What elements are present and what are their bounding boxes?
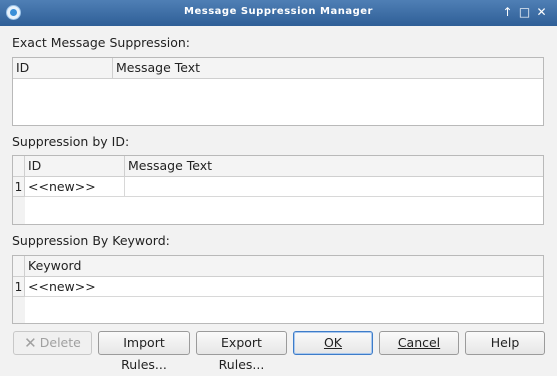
- row-header[interactable]: 1: [13, 277, 25, 297]
- help-button[interactable]: Help: [465, 331, 545, 355]
- window-title: Message Suppression Manager: [184, 6, 373, 17]
- row-header-filler: [13, 197, 25, 224]
- corner-header: [13, 256, 25, 277]
- keep-above-button[interactable]: ↑: [500, 5, 515, 20]
- ok-button-label: OK: [323, 335, 343, 350]
- column-header-keyword[interactable]: Keyword: [25, 256, 543, 277]
- column-header-id[interactable]: ID: [25, 156, 125, 177]
- delete-x-icon: ✕: [24, 334, 37, 352]
- exact-suppression-label: Exact Message Suppression:: [12, 35, 191, 50]
- corner-header: [13, 156, 25, 177]
- row-header[interactable]: 1: [13, 177, 25, 197]
- import-rules-button[interactable]: Import Rules...: [98, 331, 190, 372]
- keyword-cell[interactable]: <<new>>: [25, 277, 543, 297]
- exact-suppression-table[interactable]: ID Message Text: [12, 57, 544, 126]
- message-text-cell[interactable]: [125, 177, 543, 197]
- suppression-by-id-label: Suppression by ID:: [12, 134, 130, 149]
- ok-button[interactable]: OK: [293, 331, 373, 355]
- delete-button[interactable]: ✕ Delete: [13, 331, 92, 355]
- row-header-filler: [13, 297, 25, 323]
- title-bar[interactable]: Message Suppression Manager ↑ □ ✕: [0, 0, 557, 26]
- export-rules-button[interactable]: Export Rules...: [196, 331, 287, 372]
- id-cell[interactable]: <<new>>: [25, 177, 125, 197]
- column-header-message-text[interactable]: Message Text: [113, 58, 543, 79]
- close-button[interactable]: ✕: [534, 5, 549, 20]
- cancel-button[interactable]: Cancel: [379, 331, 459, 355]
- suppression-by-keyword-label: Suppression By Keyword:: [12, 233, 170, 248]
- maximize-button[interactable]: □: [517, 5, 532, 20]
- column-header-message-text[interactable]: Message Text: [125, 156, 543, 177]
- suppression-by-keyword-table[interactable]: Keyword 1 <<new>>: [12, 255, 544, 324]
- column-header-id[interactable]: ID: [13, 58, 113, 79]
- cancel-button-label: Cancel: [397, 335, 441, 350]
- suppression-by-id-table[interactable]: ID Message Text 1 <<new>>: [12, 155, 544, 225]
